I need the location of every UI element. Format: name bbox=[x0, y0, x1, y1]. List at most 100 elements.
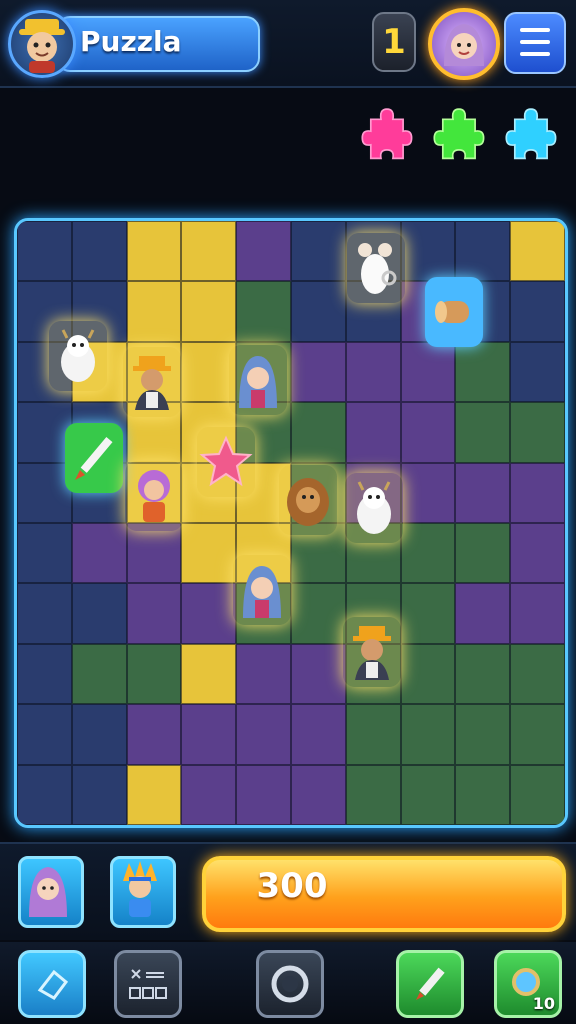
puzzle-cell[interactable] bbox=[181, 583, 237, 644]
character-boy-button[interactable] bbox=[110, 856, 176, 928]
puzzle-cell[interactable] bbox=[400, 764, 456, 825]
puzzle-cell[interactable] bbox=[17, 643, 72, 705]
white-goat-token[interactable] bbox=[49, 321, 107, 391]
puzzle-cell[interactable] bbox=[510, 583, 565, 644]
puzzle-cell[interactable] bbox=[510, 462, 565, 523]
puzzle-cell[interactable] bbox=[291, 221, 346, 282]
puzzle-cell[interactable] bbox=[510, 281, 565, 342]
puzzle-cell[interactable] bbox=[400, 583, 456, 644]
puzzle-cell[interactable] bbox=[345, 341, 401, 403]
puzzle-cell[interactable] bbox=[510, 764, 565, 825]
puzzle-cell[interactable] bbox=[455, 341, 511, 403]
white-goat-token[interactable] bbox=[345, 473, 403, 543]
puzzle-cell[interactable] bbox=[291, 281, 346, 342]
villager-orange-hat-token[interactable] bbox=[343, 617, 401, 687]
camera-button[interactable] bbox=[256, 950, 324, 1018]
puzzle-cell[interactable] bbox=[400, 462, 456, 523]
puzzle-cell[interactable] bbox=[400, 643, 456, 705]
puzzle-cell[interactable] bbox=[126, 643, 182, 705]
puzzle-cell[interactable] bbox=[510, 704, 565, 765]
puzzle-cell[interactable] bbox=[17, 583, 72, 644]
puzzle-cell[interactable] bbox=[17, 523, 72, 584]
puzzle-cell[interactable] bbox=[126, 764, 182, 825]
magnifier-button[interactable]: 10 bbox=[494, 950, 562, 1018]
puzzle-cell[interactable] bbox=[345, 704, 401, 765]
puzzle-cell[interactable] bbox=[455, 402, 511, 463]
puzzle-cell[interactable] bbox=[71, 523, 127, 584]
character-girl-button[interactable] bbox=[18, 856, 84, 928]
puzzle-cell[interactable] bbox=[455, 462, 511, 523]
wooden-log-token[interactable] bbox=[425, 277, 483, 347]
puzzle-cell[interactable] bbox=[71, 704, 127, 765]
puzzle-cell[interactable] bbox=[236, 764, 291, 825]
brown-lion-token[interactable] bbox=[279, 465, 337, 535]
mouse-with-ring-token[interactable] bbox=[347, 233, 405, 303]
puzzle-cell[interactable] bbox=[181, 764, 237, 825]
puzzle-cell[interactable] bbox=[455, 583, 511, 644]
puzzle-cell[interactable] bbox=[400, 523, 456, 584]
profile-avatar-button[interactable] bbox=[428, 8, 500, 80]
puzzle-cell[interactable] bbox=[291, 704, 346, 765]
puzzle-cell[interactable] bbox=[291, 402, 346, 463]
pink-haired-child-token[interactable] bbox=[125, 461, 183, 531]
puzzle-cell[interactable] bbox=[71, 764, 127, 825]
puzzle-cell[interactable] bbox=[17, 704, 72, 765]
puzzle-cell[interactable] bbox=[236, 281, 291, 342]
puzzle-cell[interactable] bbox=[181, 523, 237, 584]
puzzle-cell[interactable] bbox=[291, 764, 346, 825]
puzzle-cell[interactable] bbox=[126, 221, 182, 282]
puzzle-cell[interactable] bbox=[181, 704, 237, 765]
puzzle-cell[interactable] bbox=[17, 462, 72, 523]
puzzle-cell[interactable] bbox=[510, 523, 565, 584]
puzzle-cell[interactable] bbox=[126, 583, 182, 644]
menu-button[interactable] bbox=[504, 12, 566, 74]
puzzle-cell[interactable] bbox=[17, 221, 72, 282]
puzzle-cell[interactable] bbox=[236, 643, 291, 705]
puzzle-cell[interactable] bbox=[126, 523, 182, 584]
puzzle-cell[interactable] bbox=[291, 583, 346, 644]
puzzle-cell[interactable] bbox=[71, 583, 127, 644]
player-name: Puzzla bbox=[80, 25, 182, 58]
puzzle-cell[interactable] bbox=[400, 221, 456, 282]
puzzle-cell[interactable] bbox=[291, 643, 346, 705]
camera-icon bbox=[271, 965, 309, 1003]
puzzle-cell[interactable] bbox=[455, 643, 511, 705]
player-avatar[interactable] bbox=[8, 10, 76, 78]
puzzle-cell[interactable] bbox=[236, 221, 291, 282]
puzzle-cell[interactable] bbox=[17, 764, 72, 825]
puzzle-cell[interactable] bbox=[71, 643, 127, 705]
puzzle-cell[interactable] bbox=[181, 643, 237, 705]
puzzle-cell[interactable] bbox=[181, 281, 237, 342]
puzzle-cell[interactable] bbox=[17, 402, 72, 463]
pink-puzzle-piece-icon bbox=[361, 108, 413, 160]
puzzle-cell[interactable] bbox=[126, 281, 182, 342]
pink-star-token[interactable] bbox=[197, 427, 255, 497]
hooded-girl-token[interactable] bbox=[229, 345, 287, 415]
puzzle-cell[interactable] bbox=[181, 221, 237, 282]
puzzle-cell[interactable] bbox=[510, 221, 565, 282]
pencil-button[interactable] bbox=[396, 950, 464, 1018]
puzzle-cell[interactable] bbox=[510, 402, 565, 463]
puzzle-cell[interactable] bbox=[455, 221, 511, 282]
puzzle-cell[interactable] bbox=[455, 523, 511, 584]
eraser-button[interactable] bbox=[18, 950, 86, 1018]
pencil-token[interactable] bbox=[65, 423, 123, 493]
hooded-girl-token[interactable] bbox=[233, 555, 291, 625]
calculator-button[interactable] bbox=[114, 950, 182, 1018]
puzzle-cell[interactable] bbox=[455, 704, 511, 765]
puzzle-cell[interactable] bbox=[181, 341, 237, 403]
puzzle-cell[interactable] bbox=[510, 643, 565, 705]
puzzle-cell[interactable] bbox=[345, 402, 401, 463]
puzzle-cell[interactable] bbox=[291, 341, 346, 403]
puzzle-board[interactable] bbox=[14, 218, 568, 828]
puzzle-cell[interactable] bbox=[400, 341, 456, 403]
puzzle-cell[interactable] bbox=[236, 704, 291, 765]
puzzle-cell[interactable] bbox=[400, 402, 456, 463]
puzzle-cell[interactable] bbox=[400, 704, 456, 765]
puzzle-cell[interactable] bbox=[455, 764, 511, 825]
puzzle-cell[interactable] bbox=[510, 341, 565, 403]
puzzle-cell[interactable] bbox=[126, 704, 182, 765]
villager-orange-hat-token[interactable] bbox=[123, 347, 181, 417]
puzzle-cell[interactable] bbox=[71, 221, 127, 282]
puzzle-cell[interactable] bbox=[345, 764, 401, 825]
